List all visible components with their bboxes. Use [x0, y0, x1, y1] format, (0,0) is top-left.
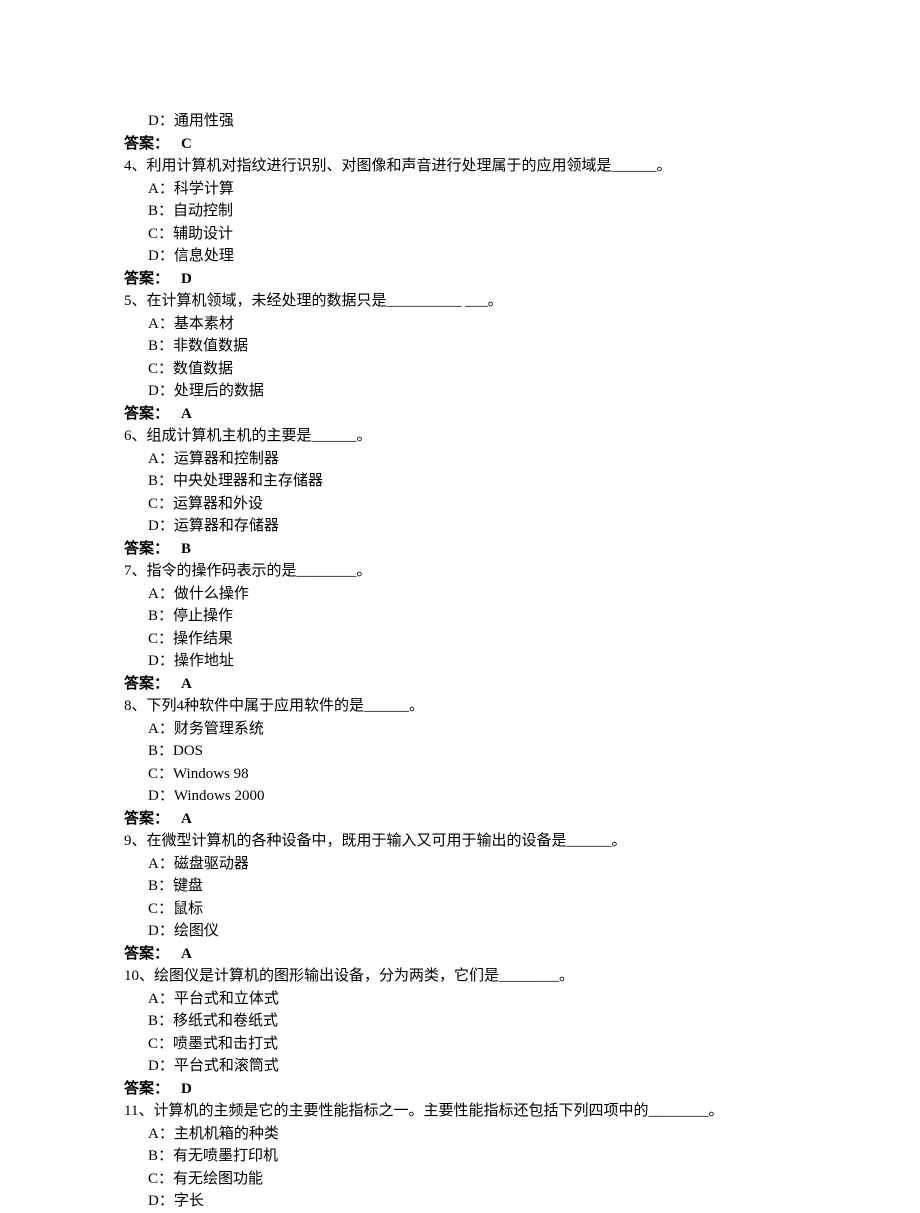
- answer-line: 答案：C: [124, 133, 820, 156]
- option-line: B：DOS: [124, 740, 820, 763]
- option-line: C：辅助设计: [124, 223, 820, 246]
- answer-line: 答案：A: [124, 943, 820, 966]
- question-line: 9、在微型计算机的各种设备中，既用于输入又可用于输出的设备是______。: [124, 830, 820, 853]
- option-line: C：Windows 98: [124, 763, 820, 786]
- question-line: 7、指令的操作码表示的是________。: [124, 560, 820, 583]
- option-line: C：操作结果: [124, 628, 820, 651]
- answer-label: 答案：: [124, 811, 169, 827]
- option-line: C：喷墨式和击打式: [124, 1033, 820, 1056]
- answer-line: 答案：D: [124, 268, 820, 291]
- document-body: D：通用性强答案：C4、利用计算机对指纹进行识别、对图像和声音进行处理属于的应用…: [0, 110, 920, 1213]
- answer-line: 答案：A: [124, 808, 820, 831]
- answer-value: A: [169, 673, 192, 696]
- option-line: A：平台式和立体式: [124, 988, 820, 1011]
- option-line: D：绘图仪: [124, 920, 820, 943]
- option-line: D：运算器和存储器: [124, 515, 820, 538]
- option-line: D：处理后的数据: [124, 380, 820, 403]
- option-line: A：基本素材: [124, 313, 820, 336]
- option-line: D：字长: [124, 1190, 820, 1213]
- option-line: B：有无喷墨打印机: [124, 1145, 820, 1168]
- option-line: B：自动控制: [124, 200, 820, 223]
- option-line: A：主机机箱的种类: [124, 1123, 820, 1146]
- option-line: A：科学计算: [124, 178, 820, 201]
- option-line: C：有无绘图功能: [124, 1168, 820, 1191]
- answer-line: 答案：A: [124, 673, 820, 696]
- option-line: D：操作地址: [124, 650, 820, 673]
- option-line: A：磁盘驱动器: [124, 853, 820, 876]
- question-line: 5、在计算机领域，未经处理的数据只是__________ ___。: [124, 290, 820, 313]
- option-line: C：数值数据: [124, 358, 820, 381]
- option-line: A：财务管理系统: [124, 718, 820, 741]
- option-line: B：中央处理器和主存储器: [124, 470, 820, 493]
- answer-value: A: [169, 403, 192, 426]
- option-line: D：平台式和滚筒式: [124, 1055, 820, 1078]
- answer-value: D: [169, 268, 192, 291]
- option-line: B：移纸式和卷纸式: [124, 1010, 820, 1033]
- answer-label: 答案：: [124, 1081, 169, 1097]
- answer-label: 答案：: [124, 676, 169, 692]
- answer-line: 答案：A: [124, 403, 820, 426]
- answer-line: 答案：D: [124, 1078, 820, 1101]
- answer-value: A: [169, 808, 192, 831]
- question-line: 4、利用计算机对指纹进行识别、对图像和声音进行处理属于的应用领域是______。: [124, 155, 820, 178]
- answer-value: B: [169, 538, 191, 561]
- option-line: D：通用性强: [124, 110, 820, 133]
- answer-value: D: [169, 1078, 192, 1101]
- option-line: A：做什么操作: [124, 583, 820, 606]
- answer-line: 答案：B: [124, 538, 820, 561]
- answer-label: 答案：: [124, 136, 169, 152]
- option-line: B：停止操作: [124, 605, 820, 628]
- option-line: C：鼠标: [124, 898, 820, 921]
- answer-label: 答案：: [124, 946, 169, 962]
- option-line: C：运算器和外设: [124, 493, 820, 516]
- question-line: 8、下列4种软件中属于应用软件的是______。: [124, 695, 820, 718]
- option-line: D：信息处理: [124, 245, 820, 268]
- option-line: A：运算器和控制器: [124, 448, 820, 471]
- answer-label: 答案：: [124, 541, 169, 557]
- question-line: 10、绘图仪是计算机的图形输出设备，分为两类，它们是________。: [124, 965, 820, 988]
- option-line: B：非数值数据: [124, 335, 820, 358]
- answer-label: 答案：: [124, 271, 169, 287]
- question-line: 6、组成计算机主机的主要是______。: [124, 425, 820, 448]
- option-line: B：键盘: [124, 875, 820, 898]
- question-line: 11、计算机的主频是它的主要性能指标之一。主要性能指标还包括下列四项中的____…: [124, 1100, 820, 1123]
- answer-label: 答案：: [124, 406, 169, 422]
- answer-value: C: [169, 133, 192, 156]
- answer-value: A: [169, 943, 192, 966]
- option-line: D：Windows 2000: [124, 785, 820, 808]
